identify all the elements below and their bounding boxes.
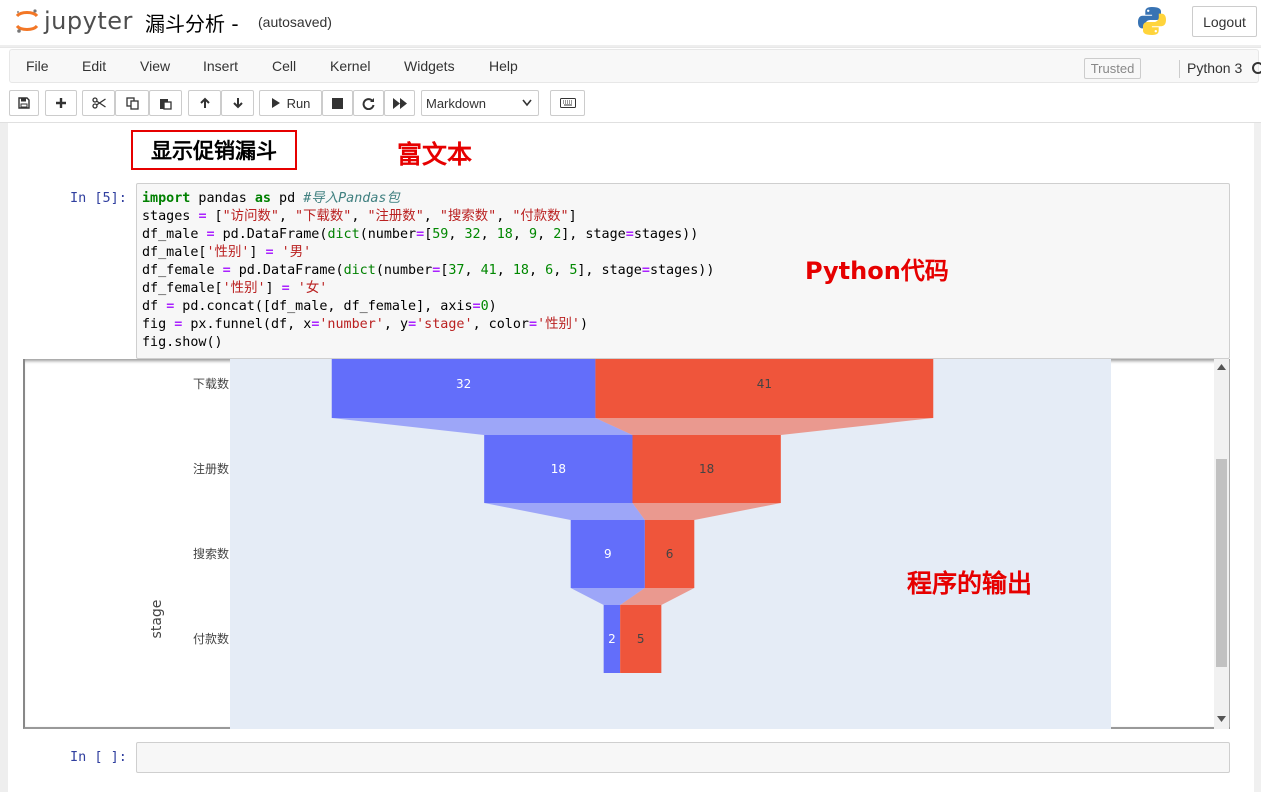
logout-button[interactable]: Logout bbox=[1192, 6, 1257, 37]
menu-kernel[interactable]: Kernel bbox=[330, 58, 370, 74]
keyboard-icon bbox=[559, 98, 576, 108]
data-label-male: 2 bbox=[608, 632, 616, 646]
autosave-status: (autosaved) bbox=[258, 14, 332, 30]
data-label-female: 5 bbox=[637, 632, 645, 646]
save-button[interactable] bbox=[9, 90, 39, 116]
run-button[interactable]: Run bbox=[259, 90, 322, 116]
chevron-down-icon bbox=[522, 99, 532, 107]
menu-help[interactable]: Help bbox=[489, 58, 518, 74]
kernel-name: Python 3 bbox=[1187, 60, 1243, 76]
page-scrollbar[interactable] bbox=[1254, 123, 1261, 792]
y-tick-label: 付款数 bbox=[193, 631, 229, 646]
toolbar: Run Markdown bbox=[0, 85, 1261, 123]
y-axis-title: stage bbox=[149, 600, 165, 639]
menubar: File Edit View Insert Cell Kernel Widget… bbox=[0, 47, 1261, 85]
annotation-program-output: 程序的输出 bbox=[907, 569, 1033, 598]
restart-icon bbox=[362, 97, 375, 110]
output-scroll-thumb[interactable] bbox=[1216, 459, 1227, 667]
data-label-female: 18 bbox=[699, 462, 714, 476]
data-label-female: 6 bbox=[666, 547, 674, 561]
menu-file[interactable]: File bbox=[26, 58, 49, 74]
scroll-down-arrow-icon[interactable] bbox=[1217, 716, 1226, 722]
code-cell-prompt: In [5]: bbox=[70, 190, 127, 206]
copy-icon bbox=[125, 96, 139, 110]
markdown-heading[interactable]: 显示促销漏斗 bbox=[131, 130, 297, 170]
paste-icon bbox=[160, 98, 172, 110]
data-label-male: 32 bbox=[456, 377, 471, 391]
menu-view[interactable]: View bbox=[140, 58, 170, 74]
kernel-separator bbox=[1179, 60, 1180, 78]
paste-button[interactable] bbox=[149, 90, 182, 116]
menu-widgets[interactable]: Widgets bbox=[404, 58, 455, 74]
menubar-container: File Edit View Insert Cell Kernel Widget… bbox=[9, 49, 1261, 83]
restart-run-all-button[interactable] bbox=[384, 90, 415, 116]
code-text: import pandas as pd #导入Pandas包 stages = … bbox=[142, 191, 715, 350]
data-label-female: 41 bbox=[757, 377, 772, 391]
annotation-rich-text: 富文本 bbox=[397, 140, 473, 169]
menu-insert[interactable]: Insert bbox=[203, 58, 238, 74]
jupyter-logo-icon bbox=[15, 9, 39, 33]
stop-icon bbox=[332, 97, 343, 109]
run-label: Run bbox=[286, 95, 311, 111]
notebook-title[interactable]: 漏斗分析 - bbox=[145, 8, 239, 37]
kernel-idle-icon bbox=[1252, 62, 1261, 74]
data-label-male: 9 bbox=[604, 547, 612, 561]
copy-button[interactable] bbox=[115, 90, 149, 116]
y-tick-label: 搜索数 bbox=[193, 546, 229, 561]
y-tick-label: 下载数 bbox=[193, 376, 229, 391]
cell-type-select[interactable]: Markdown bbox=[421, 90, 539, 116]
add-cell-button[interactable] bbox=[45, 90, 77, 116]
arrow-up-icon bbox=[199, 97, 210, 108]
cell-type-value: Markdown bbox=[426, 95, 486, 111]
command-palette-button[interactable] bbox=[550, 90, 585, 116]
save-icon bbox=[18, 97, 30, 109]
move-down-button[interactable] bbox=[221, 90, 254, 116]
notebook-area: 显示促销漏斗 富文本 In [5]: import pandas as pd #… bbox=[0, 123, 1261, 792]
funnel-chart: 59373241下载数1818注册数96搜索数25付款数stage bbox=[149, 359, 1111, 729]
menu-edit[interactable]: Edit bbox=[82, 58, 106, 74]
jupyter-logo-text: jupyter bbox=[44, 7, 133, 35]
data-label-male: 18 bbox=[551, 462, 566, 476]
empty-cell-prompt: In [ ]: bbox=[70, 749, 127, 765]
empty-code-cell[interactable] bbox=[136, 742, 1230, 773]
run-icon bbox=[271, 98, 280, 108]
arrow-down-icon bbox=[232, 98, 243, 109]
scroll-up-arrow-icon[interactable] bbox=[1217, 364, 1226, 370]
fast-forward-icon bbox=[392, 97, 407, 109]
python-logo-icon bbox=[1138, 7, 1166, 36]
cut-button[interactable] bbox=[82, 90, 115, 116]
notebook-header: jupyter 漏斗分析 - (autosaved) Logout bbox=[0, 0, 1261, 45]
restart-button[interactable] bbox=[353, 90, 384, 116]
trusted-indicator[interactable]: Trusted bbox=[1084, 58, 1141, 79]
plus-icon bbox=[56, 98, 66, 108]
code-cell-input[interactable]: import pandas as pd #导入Pandas包 stages = … bbox=[136, 183, 1230, 359]
cut-icon bbox=[91, 97, 106, 109]
menu-cell[interactable]: Cell bbox=[272, 58, 296, 74]
interrupt-button[interactable] bbox=[322, 90, 353, 116]
output-scrollbar[interactable] bbox=[1214, 359, 1229, 729]
jupyter-logo[interactable]: jupyter bbox=[14, 6, 133, 36]
y-tick-label: 注册数 bbox=[193, 461, 229, 476]
annotation-python-code: Python代码 bbox=[805, 257, 949, 285]
move-up-button[interactable] bbox=[188, 90, 221, 116]
